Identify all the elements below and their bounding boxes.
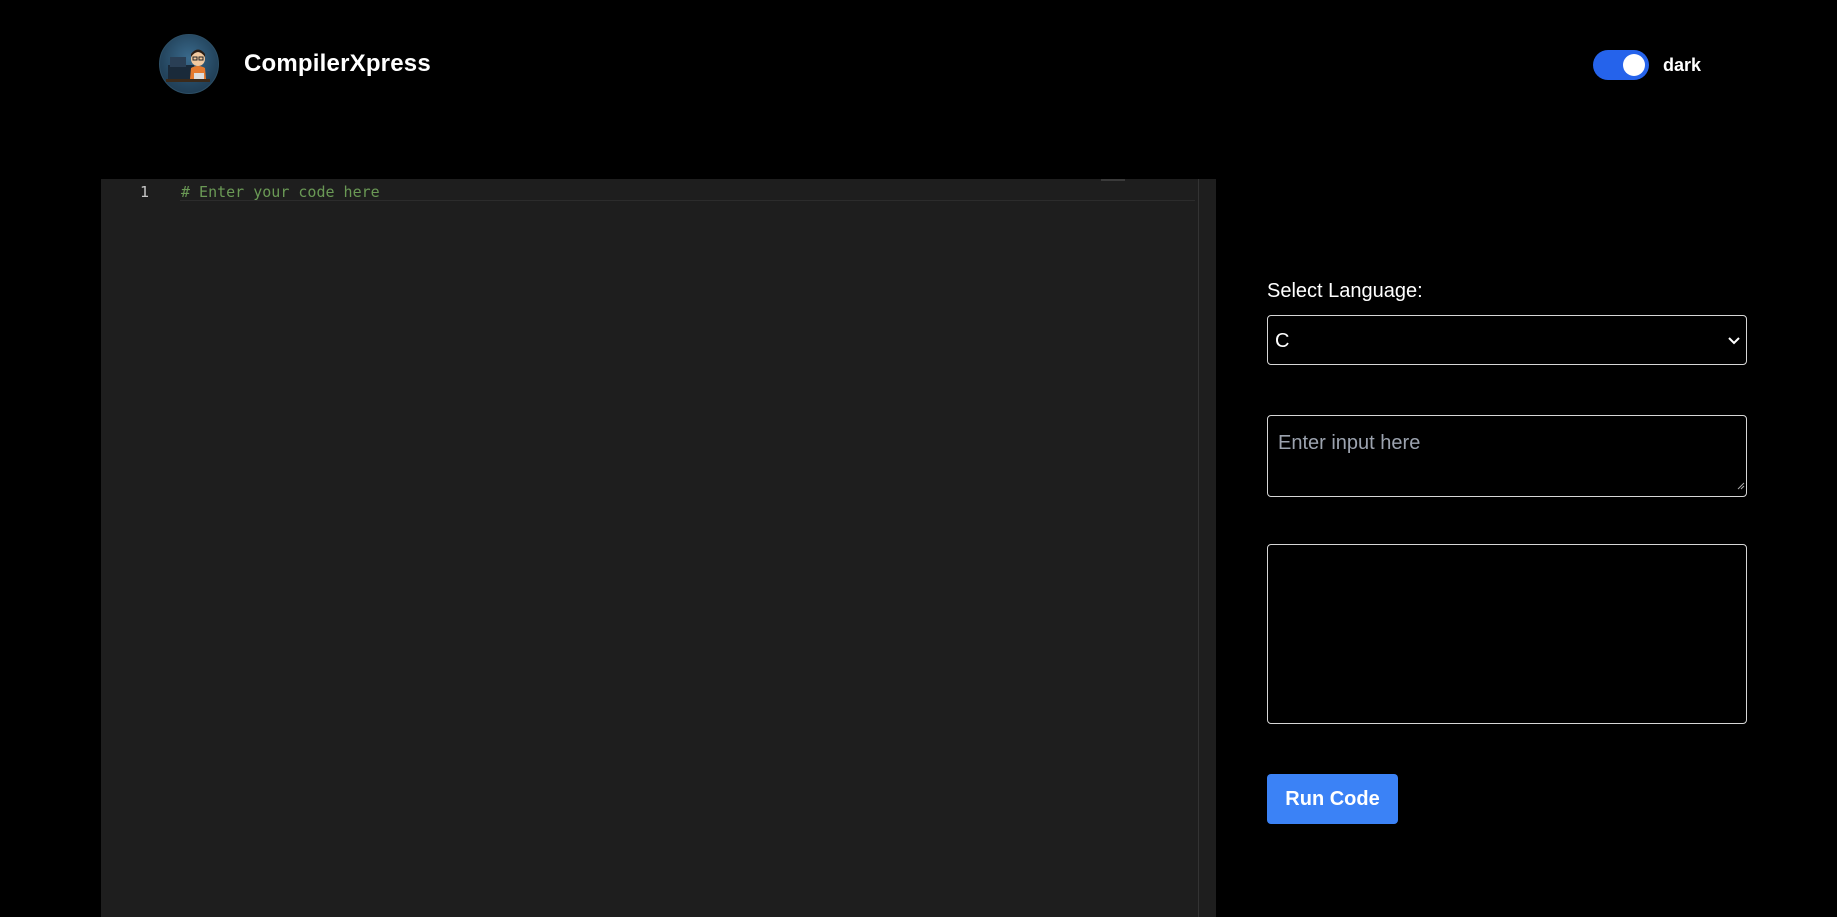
language-selected-value: C (1275, 330, 1290, 352)
line-number: 1 (139, 183, 149, 201)
chevron-down-icon (1726, 332, 1742, 353)
theme-label: dark (1663, 55, 1702, 75)
resize-handle-icon[interactable] (1736, 477, 1745, 495)
toggle-knob (1623, 54, 1645, 76)
run-code-button[interactable]: Run Code (1267, 774, 1398, 824)
theme-toggle[interactable] (1593, 50, 1649, 80)
language-label: Select Language: (1267, 280, 1423, 302)
app-header: CompilerXpress dark (0, 0, 1837, 130)
minimap-indicator (1101, 179, 1125, 181)
app-brand-title: CompilerXpress (244, 50, 431, 77)
app-logo-avatar (159, 34, 219, 94)
stdin-input[interactable]: Enter input here (1267, 415, 1747, 497)
input-placeholder: Enter input here (1278, 432, 1421, 454)
code-editor[interactable]: 1 # Enter your code here (101, 179, 1216, 917)
output-box (1267, 544, 1747, 724)
language-select[interactable]: C (1267, 315, 1747, 365)
editor-gutter: 1 (101, 179, 173, 917)
editor-scrollbar[interactable] (1198, 179, 1216, 917)
code-line[interactable]: # Enter your code here (181, 183, 380, 201)
